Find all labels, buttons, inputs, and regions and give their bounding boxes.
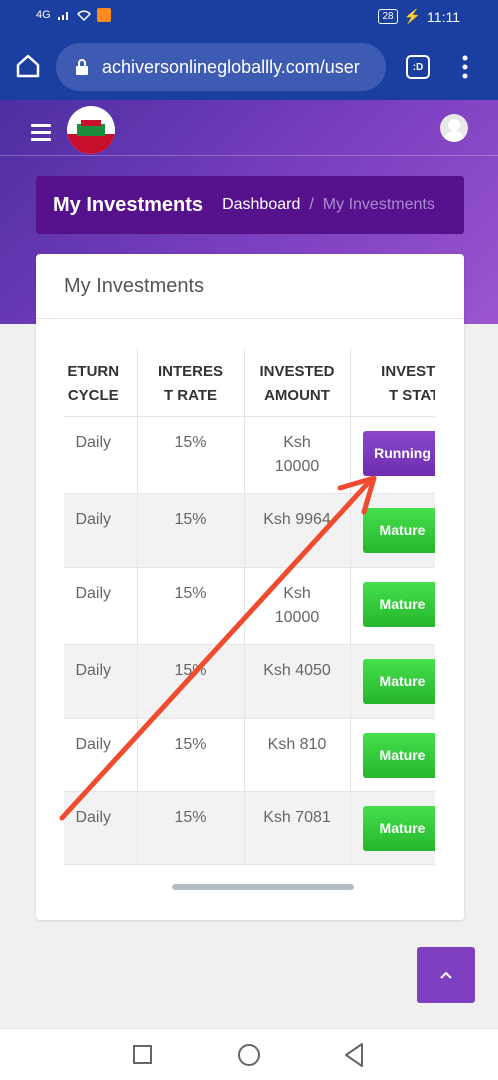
signal-indicators: 4G [36,8,111,22]
breadcrumb-current: My Investments [322,196,435,213]
cell-cycle: Daily [64,644,138,719]
table-row: Daily 15% Ksh 10000 Mature [64,567,435,645]
hamburger-menu-icon[interactable] [31,124,51,141]
investments-card: My Investments ETURN CYCLE INTERES T RATE … [36,254,464,920]
cell-status: Running [350,416,435,494]
header-return-cycle: ETURN CYCLE [64,348,138,417]
horizontal-scrollbar[interactable] [172,884,354,890]
cell-rate: 15% [137,416,245,494]
charging-icon: ⚡ [403,8,422,24]
site-logo[interactable] [67,106,115,154]
cell-rate: 15% [137,644,245,719]
top-navbar [0,100,498,156]
logo-icon [67,120,115,154]
home-icon[interactable] [14,52,42,80]
table-row: Daily 15% Ksh 9964 Mature [64,493,435,568]
cell-rate: 15% [137,567,245,645]
cell-status: Mature [350,718,435,792]
system-navigation-bar [0,1028,498,1080]
status-right: 28 ⚡ 11:11 [378,8,460,25]
scroll-to-top-button[interactable] [417,947,475,1003]
page-title: My Investments [53,193,204,216]
cell-cycle: Daily [64,718,138,792]
table-row: Daily 15% Ksh 7081 Mature [64,791,435,865]
tab-switcher-button[interactable]: :D [406,55,430,79]
cell-rate: 15% [137,791,245,865]
home-button-icon[interactable] [238,1044,260,1066]
back-icon[interactable] [342,1041,366,1069]
cell-amount: Ksh 810 [244,718,351,792]
address-bar[interactable]: achiversonlinegloballly.com/user [56,43,386,91]
table-row: Daily 15% Ksh 10000 Running [64,416,435,494]
header-invested-amount: INVESTED AMOUNT [244,348,351,417]
cell-amount: Ksh 10000 [244,567,351,645]
user-avatar[interactable] [440,114,468,142]
header-interest-rate: INTERES T RATE [137,348,245,417]
user-icon [443,119,465,142]
cell-amount: Ksh 10000 [244,416,351,494]
status-mature-button[interactable]: Mature [362,581,435,627]
cell-amount: Ksh 4050 [244,644,351,719]
lock-icon [76,59,88,75]
app-notification-icon [96,8,111,22]
status-mature-button[interactable]: Mature [362,805,435,851]
status-running-button[interactable]: Running [362,430,435,476]
cell-cycle: Daily [64,416,138,494]
breadcrumb-separator: / [309,196,314,213]
clock: 11:11 [427,8,460,25]
recent-apps-icon[interactable] [133,1045,152,1064]
battery-icon: 28 [378,9,398,24]
url-text: achiversonlinegloballly.com/user [102,56,360,77]
status-mature-button[interactable]: Mature [362,732,435,778]
table-row: Daily 15% Ksh 4050 Mature [64,644,435,719]
breadcrumb-dashboard-link[interactable]: Dashboard [222,196,300,214]
cell-cycle: Daily [64,493,138,568]
network-type: 4G [36,9,51,21]
cell-status: Mature [350,791,435,865]
cell-status: Mature [350,567,435,645]
investments-table: ETURN CYCLE INTERES T RATE INVESTED AMOUNT … [64,348,435,865]
status-mature-button[interactable]: Mature [362,507,435,553]
table-row: Daily 15% Ksh 810 Mature [64,718,435,792]
status-mature-button[interactable]: Mature [362,658,435,704]
browser-menu-icon[interactable] [458,54,472,80]
cell-cycle: Daily [64,791,138,865]
cell-rate: 15% [137,493,245,568]
breadcrumb: My Investments Dashboard / My Investment… [36,176,464,234]
table-header-row: ETURN CYCLE INTERES T RATE INVESTED AMOUNT … [64,348,435,417]
chevron-up-icon [440,971,452,979]
table-scroll-container[interactable]: ETURN CYCLE INTERES T RATE INVESTED AMOUNT … [64,348,435,866]
cell-cycle: Daily [64,567,138,645]
wifi-icon [76,10,91,21]
cell-status: Mature [350,644,435,719]
cell-rate: 15% [137,718,245,792]
browser-toolbar: achiversonlinegloballly.com/user :D [0,34,498,100]
status-bar: 4G 28 ⚡ 11:11 [0,0,498,34]
cell-amount: Ksh 7081 [244,791,351,865]
header-investment-status: INVESTMET STATU [350,348,435,417]
signal-icon [57,12,68,20]
card-title: My Investments [36,254,464,319]
cell-status: Mature [350,493,435,568]
cell-amount: Ksh 9964 [244,493,351,568]
